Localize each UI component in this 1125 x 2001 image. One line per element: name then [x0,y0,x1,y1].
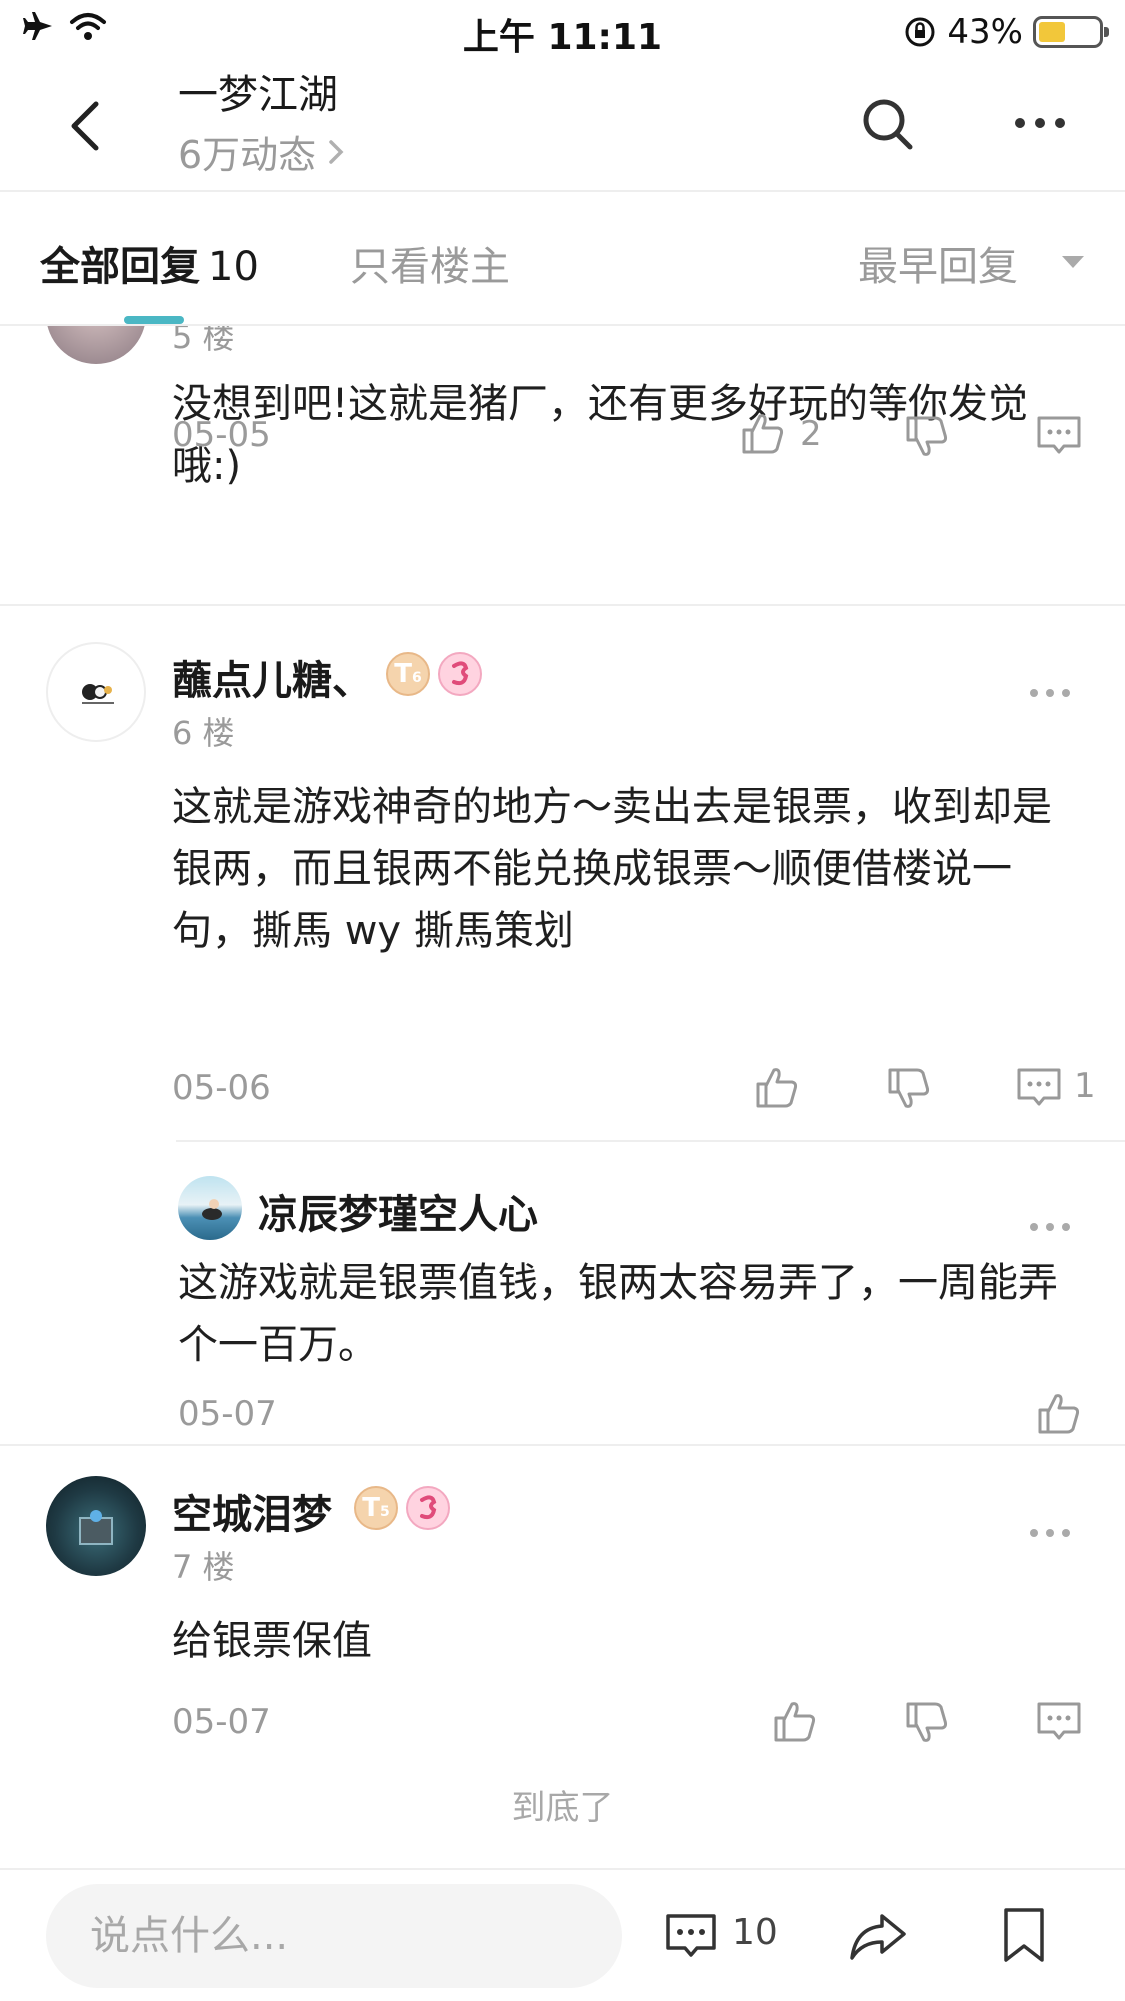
member-badge-icon[interactable] [438,652,482,696]
reply-text: 这就是游戏神奇的地方～卖出去是银票，收到却是银两，而且银两不能兑换成银票～顺便借… [172,784,1052,954]
avatar[interactable] [46,642,146,742]
tab-op-only[interactable]: 只看楼主 [350,234,510,292]
username[interactable]: 空城泪梦 [172,1482,332,1540]
reply-date: 05-06 [172,1068,271,1108]
active-tab-indicator [124,316,184,324]
search-icon[interactable] [860,94,916,154]
like-count: 2 [800,414,822,454]
divider [0,604,1125,606]
comment-count: 10 [732,1912,778,1953]
tab-all-label: 全部回复 [40,244,200,290]
comment-icon[interactable] [664,1910,718,1962]
reply-filter-tabs: 全部回复 10 只看楼主 最早回复 [0,194,1125,326]
like-icon[interactable] [1034,1388,1084,1438]
caret-down-icon[interactable] [1062,256,1084,268]
bookmark-icon[interactable] [1000,1906,1048,1964]
sub-reply-text: 这游戏就是银票值钱，银两太容易弄了，一周能弄个一百万。 [178,1260,1058,1368]
avatar[interactable] [46,1476,146,1576]
like-icon[interactable] [770,1696,820,1746]
back-arrow-icon[interactable] [60,96,110,156]
member-badge-icon[interactable] [406,1486,450,1530]
avatar[interactable] [178,1176,242,1240]
dislike-icon[interactable] [902,1698,952,1748]
reply-list: 5 楼 没想到吧!这就是猪厂，还有更多好玩的等你发觉哦:) 05-05 2 蘸点… [0,326,1125,1868]
end-of-list-text: 到底了 [511,1788,614,1828]
reply-username[interactable]: 凉辰梦瑾空人心 [258,1182,538,1240]
reply-text: 给银票保值 [172,1618,372,1664]
like-icon[interactable] [738,408,788,458]
dislike-icon[interactable] [902,412,952,462]
floor-number: 6 楼 [172,714,235,752]
avatar[interactable] [46,326,146,364]
share-icon[interactable] [848,1910,908,1962]
nav-header: 一梦江湖 6万动态 [0,62,1125,192]
forum-title[interactable]: 一梦江湖 [178,62,338,120]
more-icon[interactable] [1028,1526,1072,1540]
tab-all-count: 10 [208,244,259,290]
like-icon[interactable] [752,1062,802,1112]
username[interactable]: 蘸点儿糖、 [172,648,372,706]
more-icon[interactable] [1028,1220,1072,1234]
comment-count: 1 [1074,1066,1096,1106]
floor-number: 5 楼 [172,326,235,356]
comment-icon[interactable] [1034,410,1084,460]
comment-icon[interactable] [1014,1062,1064,1112]
sort-dropdown[interactable]: 最早回复 [858,234,1018,292]
bottom-action-bar: 说点什么... 10 [0,1868,1125,2001]
forum-subtitle[interactable]: 6万动态 [178,124,346,179]
comment-input[interactable]: 说点什么... [46,1884,622,1988]
reply-date: 05-05 [172,415,271,455]
chevron-right-icon [329,139,344,164]
level-badge[interactable]: T5 [354,1486,398,1530]
divider [0,1444,1125,1446]
panda-sticker-icon [82,684,114,704]
forum-activity-count: 6万动态 [178,133,317,177]
floor-number: 7 楼 [172,1548,235,1586]
rotation-lock-icon [905,17,935,47]
tab-all-replies[interactable]: 全部回复 10 [40,234,259,292]
status-bar: 上午 11:11 43% [0,0,1125,62]
reply-date: 05-07 [172,1702,271,1742]
sub-reply-date: 05-07 [178,1394,277,1434]
dislike-icon[interactable] [884,1064,934,1114]
level-badge[interactable]: T6 [386,652,430,696]
battery-icon [1033,16,1109,48]
comment-icon[interactable] [1034,1696,1084,1746]
more-icon[interactable] [1010,98,1070,148]
status-right: 43% [903,12,1109,52]
more-icon[interactable] [1028,686,1072,700]
battery-percent: 43% [947,12,1023,52]
divider [176,1140,1125,1142]
